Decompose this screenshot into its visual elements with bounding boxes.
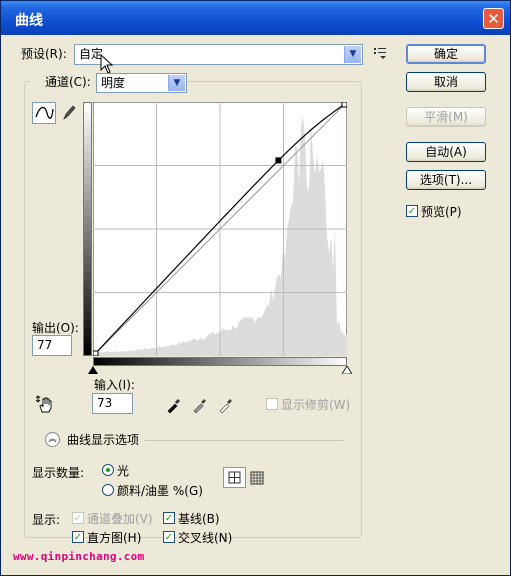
black-point-slider[interactable]	[88, 366, 98, 374]
smooth-button[interactable]: 平滑(M)	[406, 107, 486, 127]
output-field[interactable]: 77	[32, 335, 72, 356]
auto-button[interactable]: 自动(A)	[406, 142, 486, 162]
white-point-slider[interactable]	[342, 366, 352, 374]
gray-eyedropper-icon[interactable]	[192, 397, 208, 413]
preset-menu-icon[interactable]	[374, 47, 388, 59]
title-bar[interactable]: 曲线 ✕	[1, 1, 510, 35]
curve-point-tool[interactable]	[32, 102, 56, 124]
simple-grid-icon	[228, 471, 241, 484]
channel-overlay-label: 通道叠加(V)	[87, 512, 153, 526]
cursor-arrow-icon	[100, 54, 114, 74]
watermark-text: www.qinpinchang.com	[13, 550, 145, 563]
chevron-down-icon[interactable]: ▼	[168, 75, 185, 91]
light-radio-label: 光	[117, 464, 130, 478]
curve-control-point[interactable]	[93, 350, 99, 356]
options-button[interactable]: 选项(T)...	[406, 170, 486, 190]
curve-graph[interactable]	[93, 102, 347, 356]
preview-checkbox[interactable]: ✓	[406, 205, 418, 217]
collapse-options-button[interactable]: ︽	[45, 432, 60, 447]
options-divider	[145, 440, 343, 441]
histogram-label: 直方图(H)	[87, 531, 142, 545]
intersection-label: 交叉线(N)	[178, 531, 233, 545]
input-label: 输入(I):	[94, 378, 135, 392]
preview-label: 预览(P)	[421, 205, 462, 219]
channel-overlay-checkbox[interactable]: ✓	[72, 512, 84, 524]
on-image-adjust-hand-icon[interactable]	[36, 395, 56, 415]
light-radio[interactable]	[102, 464, 114, 476]
chevron-down-icon[interactable]: ▼	[344, 46, 361, 63]
baseline-label: 基线(B)	[178, 512, 220, 526]
preset-label: 预设(R):	[21, 47, 67, 61]
white-eyedropper-icon[interactable]	[218, 397, 234, 413]
baseline-checkbox[interactable]: ✓	[163, 512, 175, 524]
preset-dropdown[interactable]: 自定 ▼	[74, 44, 363, 65]
chevron-up-icon: ︽	[48, 434, 57, 443]
pigment-radio-label: 颜料/油墨 %(G)	[117, 484, 203, 498]
close-button[interactable]: ✕	[483, 8, 504, 29]
detailed-grid-icon[interactable]	[250, 471, 264, 485]
channel-dropdown[interactable]: 明度 ▼	[96, 73, 187, 93]
show-clipping-checkbox[interactable]	[266, 398, 278, 410]
pencil-icon[interactable]	[61, 104, 77, 122]
curve-control-point[interactable]	[341, 102, 347, 108]
ok-button[interactable]: 确定	[406, 44, 486, 64]
channel-value: 明度	[101, 76, 126, 90]
output-label: 输出(O):	[32, 321, 79, 335]
histogram-checkbox[interactable]: ✓	[72, 531, 84, 543]
cancel-button[interactable]: 取消	[406, 72, 486, 92]
show-label: 显示:	[32, 513, 61, 527]
pigment-radio[interactable]	[102, 484, 114, 496]
curve-tool-icon	[35, 106, 54, 119]
input-field[interactable]: 73	[92, 393, 133, 414]
intersection-checkbox[interactable]: ✓	[163, 531, 175, 543]
input-gradient-bar	[93, 357, 347, 366]
dialog-title: 曲线	[15, 13, 43, 29]
output-gradient-bar	[83, 102, 92, 356]
curves-dialog: 曲线 ✕ 预设(R): 自定 ▼ 确定 取消 平滑(M) 自动(A) 选项(T)…	[0, 0, 511, 576]
simple-grid-button[interactable]	[223, 467, 246, 488]
channel-label: 通道(C):	[31, 75, 95, 89]
show-clipping-label: 显示修剪(W)	[281, 398, 351, 412]
curve-control-point[interactable]	[275, 157, 282, 164]
show-amount-label: 显示数量:	[32, 466, 85, 480]
black-eyedropper-icon[interactable]	[166, 397, 182, 413]
curve-display-options-label: 曲线显示选项	[67, 433, 140, 447]
